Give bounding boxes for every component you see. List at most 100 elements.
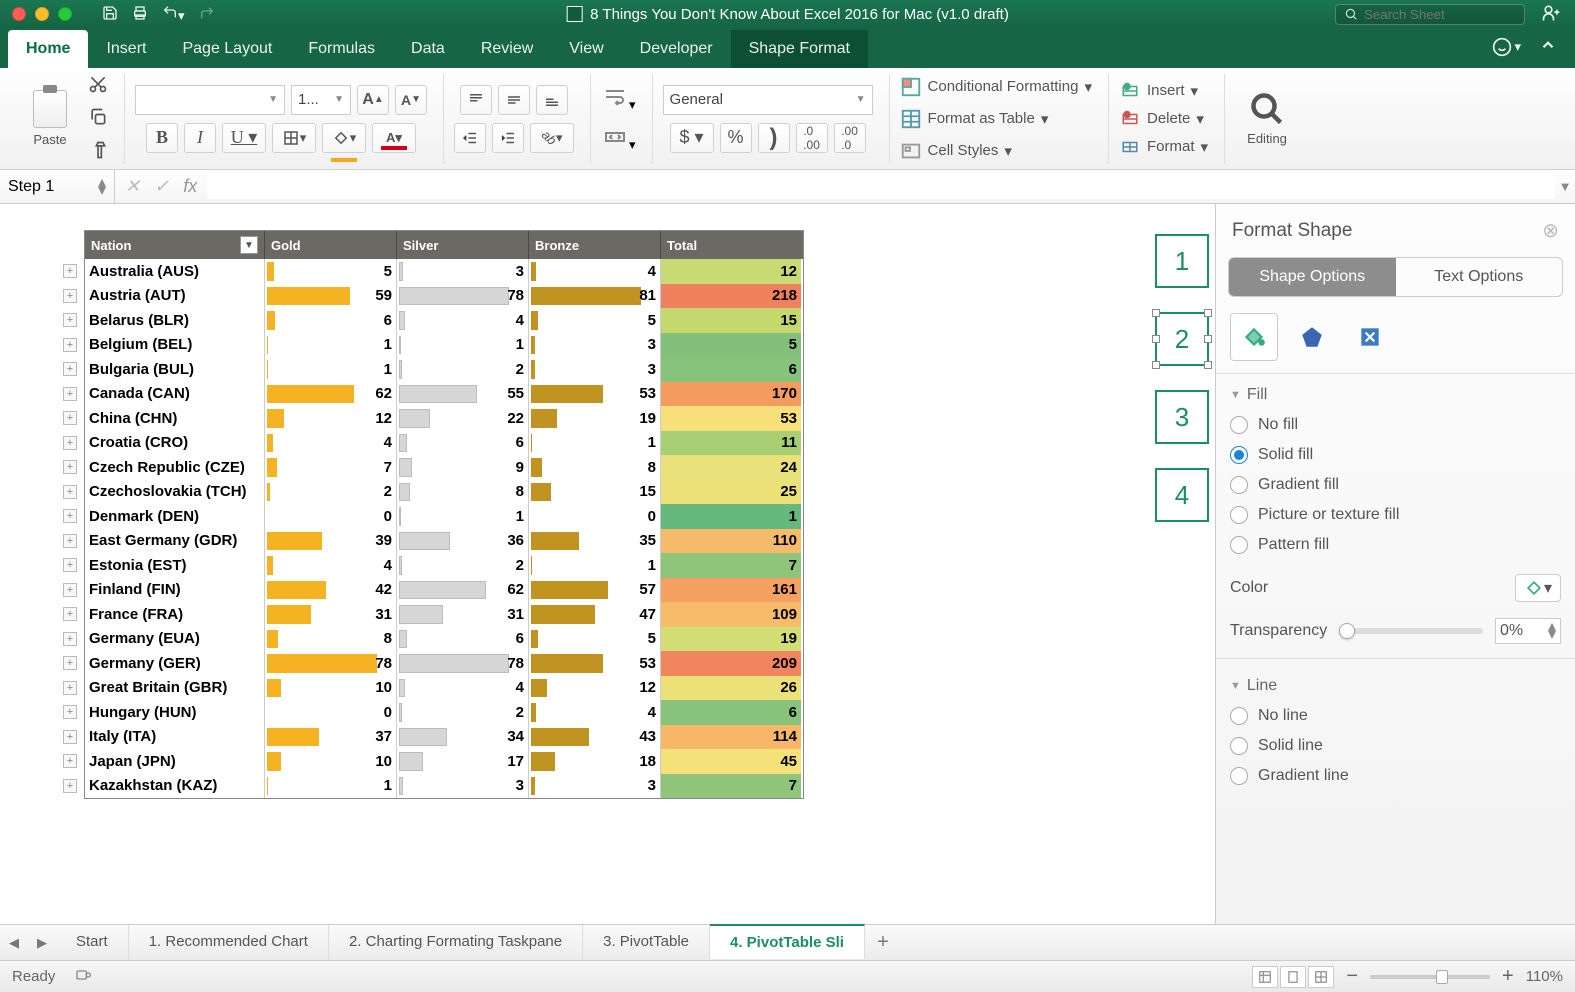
add-sheet-button[interactable]: + — [865, 931, 901, 954]
cell-total[interactable]: 19 — [661, 627, 801, 652]
cell-gold[interactable]: 1 — [265, 333, 397, 358]
cell-gold[interactable]: 2 — [265, 480, 397, 505]
cell-silver[interactable]: 2 — [397, 700, 529, 725]
cell-total[interactable]: 1 — [661, 504, 801, 529]
cell-total[interactable]: 6 — [661, 357, 801, 382]
decrease-font-icon[interactable]: A▼ — [395, 85, 427, 115]
fill-section-header[interactable]: Fill — [1216, 374, 1575, 412]
cell-total[interactable]: 25 — [661, 480, 801, 505]
cell-nation[interactable]: Germany (EUA) — [85, 627, 265, 652]
table-row[interactable]: + China (CHN) 12 22 19 53 — [85, 406, 803, 431]
cell-nation[interactable]: Denmark (DEN) — [85, 504, 265, 529]
font-color-button[interactable]: A▾ — [372, 123, 416, 153]
share-button[interactable] — [1541, 3, 1561, 26]
copy-icon[interactable] — [88, 107, 108, 130]
cell-total[interactable]: 26 — [661, 676, 801, 701]
cell-nation[interactable]: Czech Republic (CZE) — [85, 455, 265, 480]
comma-button[interactable]: ) — [758, 123, 790, 153]
table-row[interactable]: + Germany (GER) 78 78 53 209 — [85, 651, 803, 676]
page-layout-view-button[interactable] — [1280, 966, 1306, 988]
zoom-in-button[interactable]: + — [1502, 965, 1514, 988]
font-size-select[interactable]: 1...▼ — [291, 85, 351, 115]
table-row[interactable]: + Bulgaria (BUL) 1 2 3 6 — [85, 357, 803, 382]
tab-view[interactable]: View — [551, 30, 621, 68]
table-row[interactable]: + Canada (CAN) 62 55 53 170 — [85, 382, 803, 407]
cell-gold[interactable]: 1 — [265, 357, 397, 382]
selection-handle[interactable] — [1204, 335, 1212, 343]
table-row[interactable]: + Croatia (CRO) 4 6 1 11 — [85, 431, 803, 456]
normal-view-button[interactable] — [1252, 966, 1278, 988]
cell-gold[interactable]: 42 — [265, 578, 397, 603]
cell-silver[interactable]: 4 — [397, 676, 529, 701]
cell-gold[interactable]: 4 — [265, 553, 397, 578]
cell-total[interactable]: 7 — [661, 553, 801, 578]
transparency-input[interactable]: 0%▴▾ — [1495, 618, 1561, 644]
cell-bronze[interactable]: 3 — [529, 774, 661, 799]
cell-bronze[interactable]: 19 — [529, 406, 661, 431]
cell-nation[interactable]: Great Britain (GBR) — [85, 676, 265, 701]
fill-line-tab-icon[interactable] — [1230, 313, 1278, 361]
cell-nation[interactable]: Czechoslovakia (TCH) — [85, 480, 265, 505]
cell-gold[interactable]: 10 — [265, 676, 397, 701]
tab-review[interactable]: Review — [463, 30, 551, 68]
cell-silver[interactable]: 78 — [397, 284, 529, 309]
table-row[interactable]: + Great Britain (GBR) 10 4 12 26 — [85, 676, 803, 701]
zoom-out-button[interactable]: − — [1346, 965, 1358, 988]
collapse-ribbon-button[interactable] — [1539, 36, 1557, 57]
expand-icon[interactable]: + — [63, 754, 77, 768]
cell-bronze[interactable]: 3 — [529, 357, 661, 382]
fill-option[interactable]: Picture or texture fill — [1230, 506, 1561, 524]
expand-icon[interactable]: + — [63, 534, 77, 548]
zoom-level[interactable]: 110% — [1526, 968, 1563, 985]
cell-silver[interactable]: 8 — [397, 480, 529, 505]
decrease-indent-icon[interactable] — [454, 123, 486, 153]
cell-gold[interactable]: 62 — [265, 382, 397, 407]
cell-gold[interactable]: 39 — [265, 529, 397, 554]
delete-cells-button[interactable]: Delete ▾ — [1119, 110, 1204, 128]
cell-bronze[interactable]: 4 — [529, 259, 661, 284]
selection-handle[interactable] — [1152, 309, 1160, 317]
selection-handle[interactable] — [1152, 361, 1160, 369]
percent-button[interactable]: % — [720, 123, 752, 153]
cell-total[interactable]: 114 — [661, 725, 801, 750]
worksheet-area[interactable]: Nation▼ Gold Silver Bronze Total + Austr… — [0, 204, 1215, 924]
table-row[interactable]: + Italy (ITA) 37 34 43 114 — [85, 725, 803, 750]
cell-silver[interactable]: 62 — [397, 578, 529, 603]
cell-bronze[interactable]: 47 — [529, 602, 661, 627]
cell-nation[interactable]: Canada (CAN) — [85, 382, 265, 407]
decrease-decimal-button[interactable]: .00.0 — [834, 123, 866, 153]
zoom-window-button[interactable] — [58, 7, 72, 21]
save-icon[interactable] — [102, 5, 118, 24]
expand-icon[interactable]: + — [63, 338, 77, 352]
cell-silver[interactable]: 1 — [397, 333, 529, 358]
shape-options-tab[interactable]: Shape Options — [1229, 258, 1396, 296]
bold-button[interactable]: B — [146, 123, 178, 153]
cell-total[interactable]: 110 — [661, 529, 801, 554]
cell-total[interactable]: 5 — [661, 333, 801, 358]
cell-total[interactable]: 161 — [661, 578, 801, 603]
expand-icon[interactable]: + — [63, 705, 77, 719]
cell-total[interactable]: 170 — [661, 382, 801, 407]
expand-icon[interactable]: + — [63, 779, 77, 793]
cell-total[interactable]: 218 — [661, 284, 801, 309]
cell-silver[interactable]: 1 — [397, 504, 529, 529]
cell-silver[interactable]: 4 — [397, 308, 529, 333]
table-row[interactable]: + Czechoslovakia (TCH) 2 8 15 25 — [85, 480, 803, 505]
selection-handle[interactable] — [1204, 361, 1212, 369]
col-header-silver[interactable]: Silver — [397, 231, 529, 259]
align-middle-icon[interactable] — [498, 85, 530, 115]
tab-data[interactable]: Data — [393, 30, 463, 68]
wrap-text-button[interactable]: ▾ — [601, 85, 636, 113]
cell-silver[interactable]: 34 — [397, 725, 529, 750]
close-pane-button[interactable]: ⊗ — [1542, 218, 1559, 243]
expand-icon[interactable]: + — [63, 730, 77, 744]
fill-color-button[interactable]: ▾ — [322, 123, 366, 153]
cell-bronze[interactable]: 5 — [529, 627, 661, 652]
cell-gold[interactable]: 10 — [265, 749, 397, 774]
editing-button[interactable]: Editing — [1235, 91, 1299, 146]
fill-option[interactable]: Gradient fill — [1230, 476, 1561, 494]
prev-sheet-button[interactable]: ◀ — [2, 931, 26, 955]
cell-total[interactable]: 6 — [661, 700, 801, 725]
print-icon[interactable] — [132, 5, 148, 24]
table-row[interactable]: + Belgium (BEL) 1 1 3 5 — [85, 333, 803, 358]
